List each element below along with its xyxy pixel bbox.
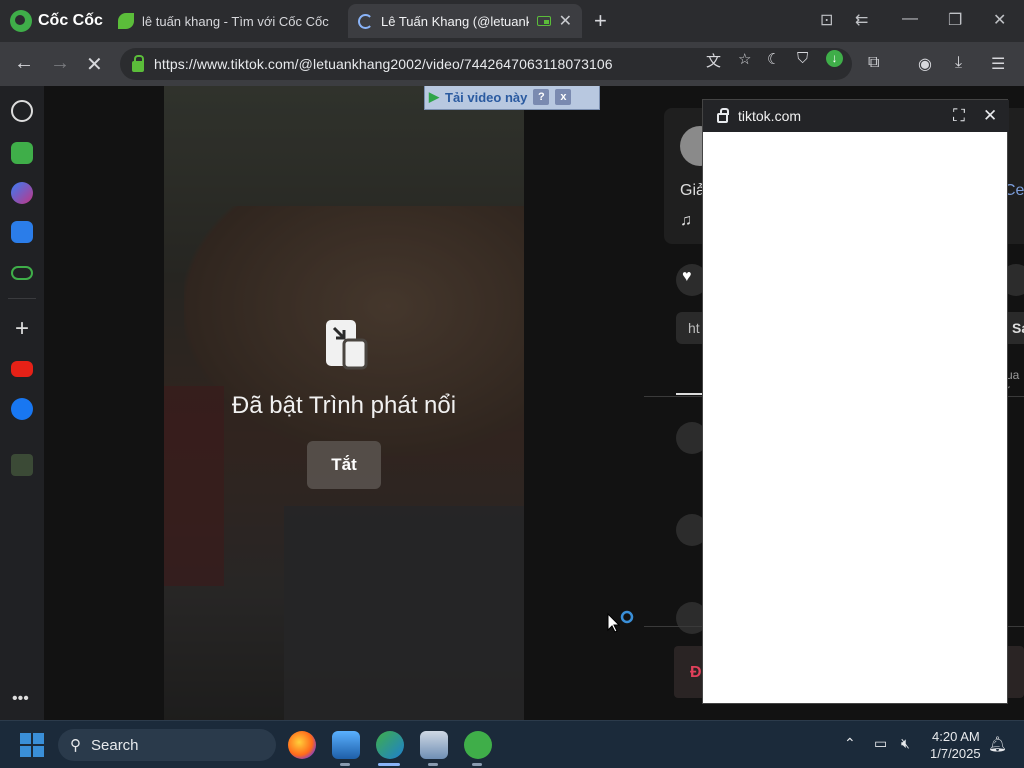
more-icon[interactable]: •••: [12, 690, 29, 708]
windows-logo-tile: [33, 746, 44, 757]
coccoc-taskbar-icon[interactable]: [464, 731, 492, 759]
close-bar-icon[interactable]: x: [555, 89, 572, 105]
download-video-bar[interactable]: ▶ Tải video này ? x: [424, 86, 600, 110]
history-icon[interactable]: [11, 100, 33, 122]
music-note-icon: ♫: [680, 212, 692, 229]
extensions-puzzle-icon[interactable]: ⧉: [868, 54, 879, 72]
secure-lock-icon: [132, 54, 144, 72]
download-video-label[interactable]: Tải video này: [445, 90, 527, 105]
firefox-icon[interactable]: [288, 731, 316, 759]
shield-icon[interactable]: ⛉: [797, 50, 808, 67]
coccoc-2024-icon[interactable]: [11, 454, 33, 476]
coccoc-logo-icon: [10, 10, 32, 32]
download-video-icon[interactable]: ↓: [826, 50, 843, 67]
translate-icon[interactable]: 文: [706, 50, 721, 71]
forward-icon[interactable]: →: [50, 52, 70, 75]
facebook-icon[interactable]: [11, 398, 33, 420]
profile-icon[interactable]: ◉: [918, 54, 932, 74]
turn-off-button[interactable]: Tắt: [307, 441, 381, 489]
windows-logo-tile: [20, 746, 31, 757]
restore-icon[interactable]: ❐: [948, 10, 962, 30]
browser-app-icon[interactable]: [376, 731, 404, 759]
heart-icon: ♥: [682, 268, 692, 285]
new-tab-icon[interactable]: +: [594, 8, 607, 34]
browser-logo[interactable]: Cốc Cốc: [10, 10, 103, 32]
url-text[interactable]: https://www.tiktok.com/@letuankhang2002/…: [154, 56, 613, 72]
browser-toolbar: ← → ✕ https://www.tiktok.com/@letuankhan…: [0, 42, 1024, 86]
expand-icon[interactable]: ⛶: [953, 106, 965, 126]
add-app-icon[interactable]: +: [11, 317, 33, 341]
dark-mode-moon-icon[interactable]: ☾: [767, 50, 780, 68]
lock-icon: [717, 107, 729, 123]
red-text-fragment: Đ: [690, 664, 702, 681]
network-icon[interactable]: ▭: [874, 735, 887, 752]
start-button[interactable]: [20, 733, 44, 757]
zalo-icon[interactable]: [11, 221, 33, 243]
close-tab-icon[interactable]: ✕: [559, 11, 572, 31]
running-indicator: [378, 763, 400, 766]
app-icon[interactable]: [332, 731, 360, 759]
messenger-icon[interactable]: [11, 182, 33, 204]
link-text-fragment: ht: [688, 320, 700, 336]
browser-name: Cốc Cốc: [38, 12, 103, 29]
floating-player-window[interactable]: tiktok.com ⛶ ✕: [702, 99, 1009, 704]
busy-cursor-icon: [607, 610, 634, 633]
clock-time[interactable]: 4:20 AM: [932, 729, 980, 744]
floating-player-icon: [326, 320, 368, 370]
search-icon: ⚲: [70, 737, 81, 754]
tab-tiktok[interactable]: Lê Tuấn Khang (@letuankhang2002) ✕: [348, 4, 582, 38]
running-indicator: [428, 763, 438, 766]
running-indicator: [340, 763, 350, 766]
windows-taskbar: ⚲ Search ⌃ ▭ 🔇︎ 4:20 AM 1/7/2025 🔔︎: [0, 720, 1024, 768]
browser-titlebar: Cốc Cốc lê tuấn khang - Tìm với Cốc Cốc …: [0, 0, 1024, 42]
side-panel: + •••: [0, 86, 44, 720]
notification-bell-icon[interactable]: 🔔︎: [988, 735, 1007, 753]
popup-domain: tiktok.com: [738, 108, 802, 124]
taskbar-search[interactable]: ⚲ Search: [58, 729, 276, 761]
close-popup-icon[interactable]: ✕: [983, 106, 997, 126]
back-tab-icon[interactable]: ⇇: [855, 10, 868, 30]
minimize-icon[interactable]: —: [902, 10, 918, 28]
tab-title: Lê Tuấn Khang (@letuankhang2002): [381, 13, 529, 29]
tab-search[interactable]: lê tuấn khang - Tìm với Cốc Cốc: [108, 4, 340, 38]
windows-logo-tile: [33, 733, 44, 744]
game-controller-icon[interactable]: [11, 266, 33, 280]
windows-logo-tile: [20, 733, 31, 744]
control-panel-icon[interactable]: [420, 731, 448, 759]
tray-overflow-icon[interactable]: ⌃: [844, 735, 856, 752]
help-icon[interactable]: ?: [533, 89, 550, 105]
picture-in-picture-icon: [536, 16, 551, 26]
youtube-icon[interactable]: [11, 361, 33, 377]
search-placeholder: Search: [91, 736, 139, 754]
tab-title: lê tuấn khang - Tìm với Cốc Cốc: [142, 13, 329, 29]
bookmark-star-icon[interactable]: ☆: [738, 50, 751, 68]
running-indicator: [472, 763, 482, 766]
ai-assistant-icon[interactable]: [11, 142, 33, 164]
close-window-icon[interactable]: ✕: [993, 10, 1006, 30]
divider: [8, 298, 36, 299]
volume-muted-icon[interactable]: 🔇︎: [901, 735, 910, 752]
search-tabs-icon[interactable]: ⊡: [820, 10, 833, 30]
play-icon: ▶: [429, 89, 439, 104]
loading-spinner-icon: [358, 13, 373, 29]
downloads-icon[interactable]: ⤓: [955, 54, 962, 72]
clock-date[interactable]: 1/7/2025: [930, 746, 981, 761]
right-text-fragment: Sa: [1012, 320, 1024, 336]
small-text-fragment: ua r: [1006, 368, 1020, 396]
back-icon[interactable]: ←: [14, 52, 34, 75]
menu-icon[interactable]: ☰: [991, 54, 1005, 74]
floating-player-message: Đã bật Trình phát nổi: [231, 392, 457, 419]
stop-loading-icon[interactable]: ✕: [86, 52, 103, 77]
coccoc-leaf-icon: [118, 13, 134, 29]
